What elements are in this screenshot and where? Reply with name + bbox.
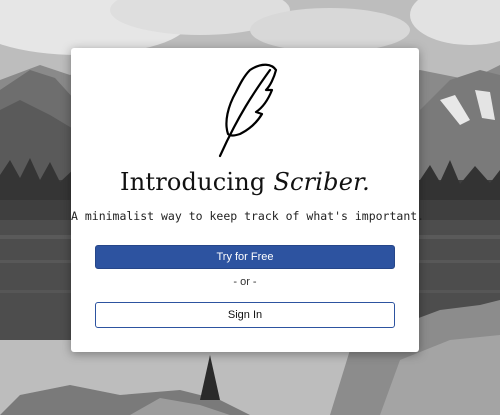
brand-name: Scriber. — [273, 168, 370, 196]
page-title: Introducing Scriber. — [71, 168, 419, 196]
intro-card: Introducing Scriber. A minimalist way to… — [71, 48, 425, 352]
try-for-free-button[interactable]: Try for Free — [95, 245, 395, 269]
sign-in-button[interactable]: Sign In — [95, 302, 395, 328]
title-prefix: Introducing — [120, 168, 274, 196]
tagline: A minimalist way to keep track of what's… — [71, 209, 425, 223]
or-divider: - or - — [233, 276, 257, 288]
feather-quill-icon — [218, 63, 278, 158]
logo — [71, 60, 419, 158]
